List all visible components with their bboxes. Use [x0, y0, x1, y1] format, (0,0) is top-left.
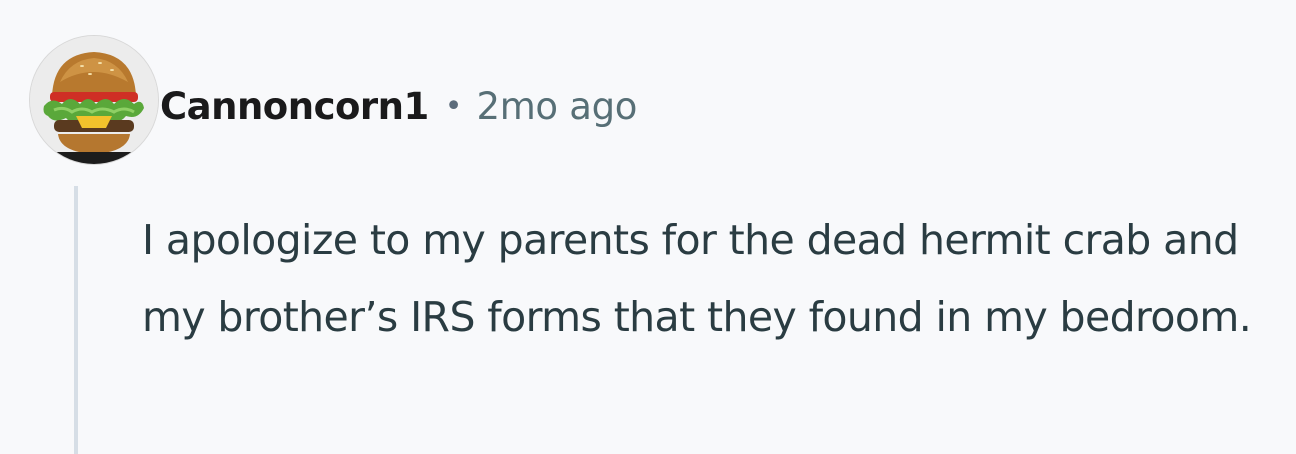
meta-separator: • [444, 88, 463, 124]
timestamp[interactable]: 2mo ago [476, 85, 637, 128]
comment-body: I apologize to my parents for the dead h… [142, 216, 1252, 341]
thread-collapse-line[interactable] [74, 186, 78, 454]
comment-header: Cannoncorn1 • 2mo ago [160, 78, 637, 134]
burger-avatar-icon [30, 36, 158, 164]
user-avatar[interactable] [30, 36, 158, 164]
comment: Cannoncorn1 • 2mo ago I apologize to my … [0, 0, 1296, 454]
username-link[interactable]: Cannoncorn1 [160, 85, 429, 128]
